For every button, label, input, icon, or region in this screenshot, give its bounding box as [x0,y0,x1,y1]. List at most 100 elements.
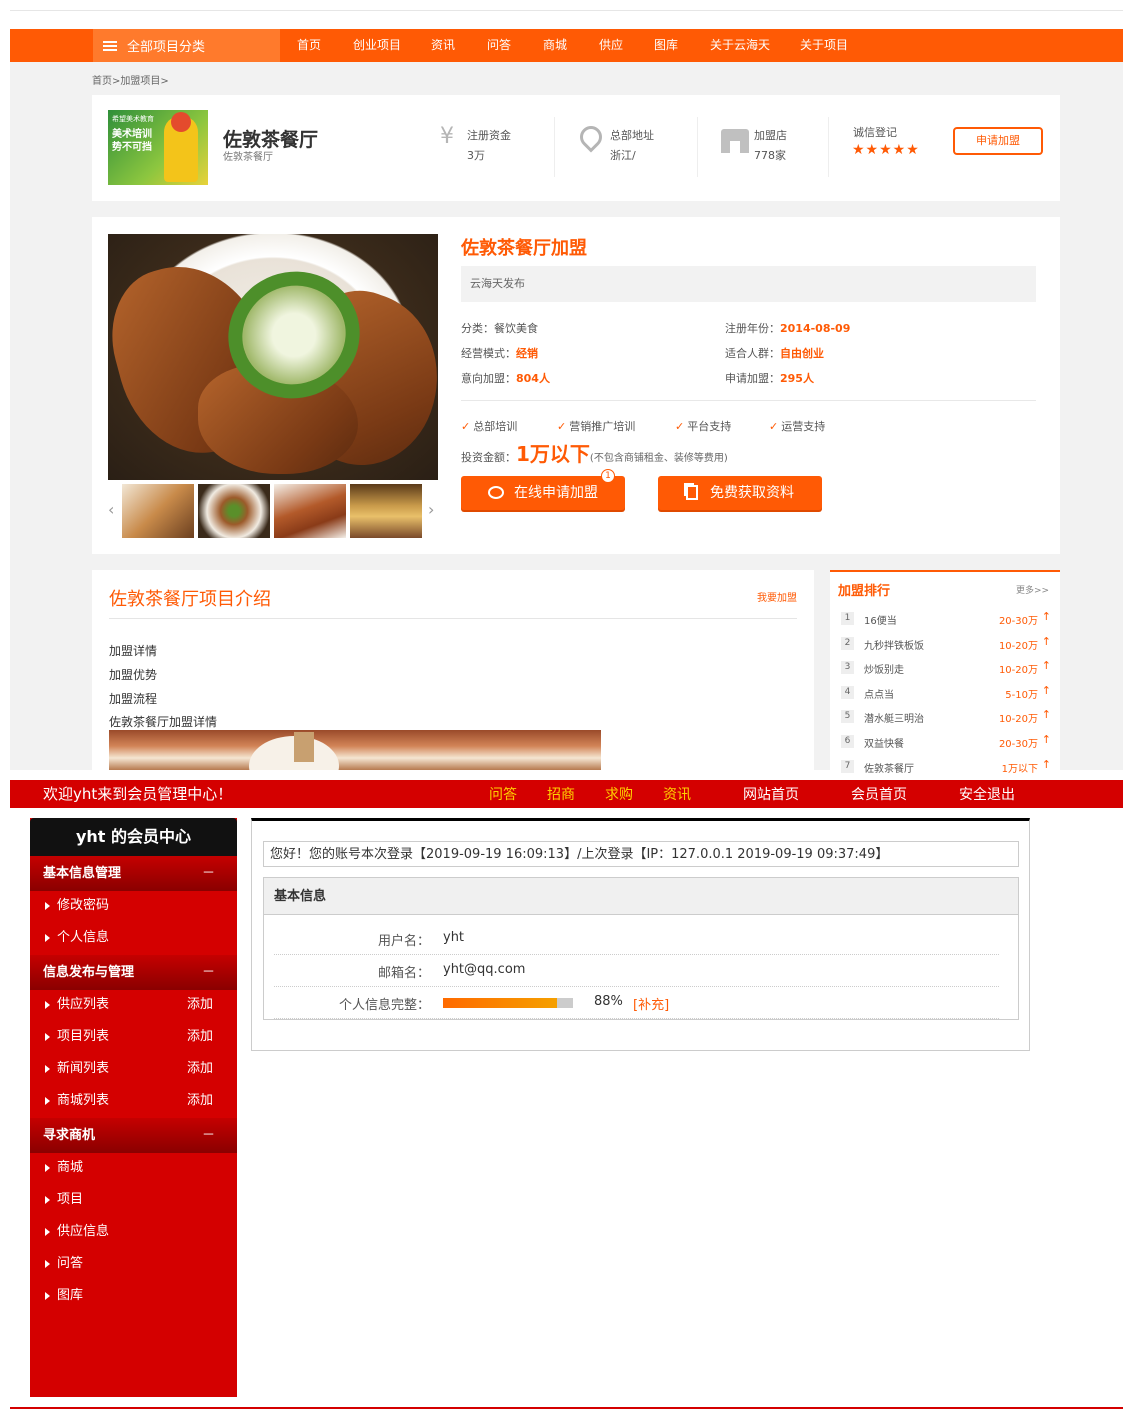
online-apply-button[interactable]: 在线申请加盟 [461,476,625,510]
collapse-icon[interactable]: － [202,955,215,990]
thumbnail[interactable] [274,484,346,538]
header-link-member-home[interactable]: 会员首页 [851,784,907,804]
header-link-invest[interactable]: 招商 [547,784,575,804]
rank-name: 双益快餐 [864,739,904,750]
category-menu-button[interactable]: 全部项目分类 [93,29,280,62]
nav-item-gallery[interactable]: 图库 [654,29,678,62]
divider [461,400,1036,401]
nav-item-startup[interactable]: 创业项目 [353,29,401,62]
investment-amount: 投资金额：1万以下(不包含商铺租金、装修等费用) [461,442,728,466]
sidebar-add-link[interactable]: 添加 [187,1053,213,1085]
top-divider [10,10,1123,11]
nav-item-about-project[interactable]: 关于项目 [800,29,848,62]
sidebar-item[interactable]: 个人信息 [30,922,237,954]
rank-value: 10-20万 [998,665,1038,677]
free-info-button[interactable]: 免费获取资料 [658,476,822,510]
header-link-news[interactable]: 资讯 [663,784,691,804]
year-field: 注册年份：2014-08-09 [725,322,851,335]
completeness-progress-bar [443,998,573,1008]
supplement-link[interactable]: [补充] [633,994,669,1013]
nav-item-home[interactable]: 首页 [297,29,321,62]
sidebar-item[interactable]: 项目 [30,1184,237,1216]
sidebar-item-label: 商城 [57,1160,84,1175]
up-arrow-icon: ↑ [1041,610,1051,623]
nav-item-news[interactable]: 资讯 [431,29,455,62]
sidebar-section-header[interactable]: 基本信息管理 － [30,856,237,891]
rank-number: 5 [841,710,854,724]
collapse-icon[interactable]: － [202,856,215,891]
sidebar-section-header[interactable]: 信息发布与管理 － [30,955,237,990]
ranking-title: 加盟排行 [838,584,891,599]
ranking-row[interactable]: 1 16便当 20-30万 ↑ [838,610,1052,630]
intro-link-full-details[interactable]: 佐敦茶餐厅加盟详情 [109,713,217,730]
rank-name: 潜水艇三明治 [864,714,924,726]
thumbnail[interactable] [122,484,194,538]
collapse-icon[interactable]: － [202,1118,215,1153]
divider [697,117,698,177]
email-row: 邮箱名： yht@qq.com [274,955,999,987]
intro-link-advantages[interactable]: 加盟优势 [109,666,157,683]
header-link-qa[interactable]: 问答 [489,784,517,804]
username-row: 用户名： yht [274,923,999,955]
ranking-row[interactable]: 4 点点当 5-10万 ↑ [838,684,1052,704]
welcome-text: 欢迎yht来到会员管理中心！ [43,785,233,803]
thumbnail[interactable] [350,484,422,538]
hq-label: 总部地址 [610,129,654,142]
sidebar-item-label: 供应列表 [57,997,110,1012]
sidebar-add-link[interactable]: 添加 [187,1021,213,1053]
header-link-site-home[interactable]: 网站首页 [743,784,799,804]
capital-value: 3万 [467,149,485,162]
sidebar-item[interactable]: 新闻列表 添加 [30,1053,237,1085]
sidebar-item[interactable]: 项目列表 添加 [30,1021,237,1053]
nav-item-qa[interactable]: 问答 [487,29,511,62]
nav-item-mall[interactable]: 商城 [543,29,567,62]
sidebar-item-label: 供应信息 [57,1224,110,1239]
sidebar-item[interactable]: 供应列表 添加 [30,989,237,1021]
sidebar-item[interactable]: 图库 [30,1280,237,1312]
sidebar-item-label: 新闻列表 [57,1061,110,1076]
sidebar-section-header[interactable]: 寻求商机 － [30,1118,237,1153]
nav-item-supply[interactable]: 供应 [599,29,623,62]
join-link[interactable]: 我要加盟 [757,589,797,604]
ranking-row[interactable]: 5 潜水艇三明治 10-20万 ↑ [838,708,1052,728]
username-value: yht [443,930,465,945]
intro-link-process[interactable]: 加盟流程 [109,690,157,707]
publisher-bar: 云海天发布 [461,266,1036,302]
sidebar-item[interactable]: 商城列表 添加 [30,1085,237,1117]
ranking-row[interactable]: 6 双益快餐 20-30万 ↑ [838,733,1052,753]
sidebar-item[interactable]: 修改密码 [30,890,237,922]
ranking-row[interactable]: 7 佐敦茶餐厅 1万以下 ↑ [838,758,1052,778]
ranking-more-link[interactable]: 更多>> [1016,583,1049,596]
prev-arrow-icon[interactable]: ‹ [108,500,114,519]
sidebar-item-label: 问答 [57,1256,84,1271]
up-arrow-icon: ↑ [1041,708,1051,722]
intro-title: 佐敦茶餐厅项目介绍 [109,589,271,610]
sidebar-item[interactable]: 商城 [30,1152,237,1184]
up-arrow-icon: ↑ [1041,683,1051,697]
apply-franchise-button[interactable]: 申请加盟 [953,127,1043,155]
logo-small-text: 希望美术教育 [112,115,154,123]
sidebar-add-link[interactable]: 添加 [187,1085,213,1117]
header-link-purchase[interactable]: 求购 [605,784,633,804]
mode-field: 经营模式：经销 [461,347,538,360]
ranking-row[interactable]: 2 九秒拌铁板饭 10-20万 ↑ [838,635,1052,655]
header-link-logout[interactable]: 安全退出 [959,784,1015,804]
sidebar-item[interactable]: 供应信息 [30,1216,237,1248]
stores-value: 778家 [754,149,786,162]
breadcrumb[interactable]: 首页>加盟项目> [92,72,169,87]
intro-link-details[interactable]: 加盟详情 [109,642,157,659]
ranking-row[interactable]: 3 炒饭别走 10-20万 ↑ [838,659,1052,679]
sidebar-item[interactable]: 问答 [30,1248,237,1280]
nav-item-about-yht[interactable]: 关于云海天 [710,29,770,62]
yen-icon: ¥ [440,124,454,149]
thumbnail[interactable] [198,484,270,538]
check-icon: ✓ [769,420,779,433]
category-field: 分类：餐饮美食 [461,322,538,335]
sidebar-add-link[interactable]: 添加 [187,989,213,1021]
completeness-row: 个人信息完整： 88% [补充] [274,987,999,1019]
rank-name: 佐敦茶餐厅 [864,763,914,775]
next-arrow-icon[interactable]: › [428,500,434,519]
crowd-field: 适合人群：自由创业 [725,347,824,360]
chat-icon [488,486,504,499]
up-arrow-icon: ↑ [1041,659,1051,673]
